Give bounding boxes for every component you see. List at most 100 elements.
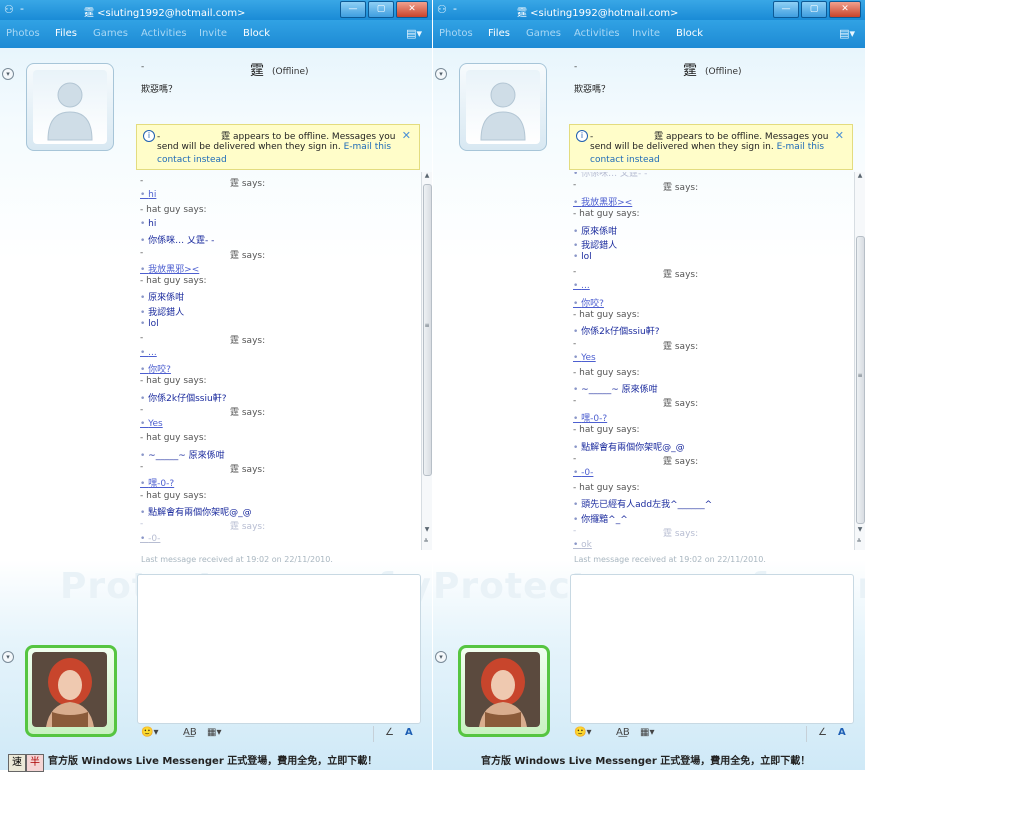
message-line[interactable]: • -0- [573, 468, 593, 478]
menu-games[interactable]: Games [93, 28, 128, 39]
menu-block[interactable]: Block [243, 28, 270, 39]
promo-text[interactable]: 官方版 Windows Live Messenger 正式登場，費用全免，立即下… [481, 752, 810, 767]
emoticon-button[interactable]: 🙂▾ [141, 727, 158, 738]
text-format-button[interactable]: A [838, 727, 846, 738]
contact-display-picture[interactable] [459, 63, 547, 151]
minimize-button[interactable]: — [773, 1, 799, 18]
message-text[interactable]: ... [581, 281, 590, 291]
emoticon-button[interactable]: 🙂▾ [574, 727, 591, 738]
message-text[interactable]: 我放黑邪>< [148, 265, 199, 275]
close-notice-icon[interactable]: ✕ [402, 129, 411, 142]
message-line[interactable]: • -0- [140, 534, 160, 544]
wink-button[interactable]: ▦▾ [207, 727, 221, 738]
email-contact-link[interactable]: E-mail this [777, 142, 825, 152]
handwriting-button[interactable]: ∠ [385, 727, 394, 738]
menu-invite[interactable]: Invite [632, 28, 660, 39]
message-text[interactable]: ... [148, 348, 157, 358]
text-format-button[interactable]: A [405, 727, 413, 738]
message-line[interactable]: • ... [573, 281, 590, 291]
contact-display-picture[interactable] [26, 63, 114, 151]
ime-quick-button[interactable]: 速 [8, 754, 26, 772]
message-text: ~_____~ 原來係咁 [581, 385, 658, 395]
conversation-scrollbar[interactable]: ▲ ≡ ▼ [421, 172, 432, 550]
maximize-button[interactable]: ▢ [801, 1, 827, 18]
message-line[interactable]: • 嘿-0-? [140, 476, 174, 489]
message-text[interactable]: Yes [148, 419, 163, 429]
message-line[interactable]: • 你咬? [140, 362, 171, 375]
menu-photos[interactable]: Photos [6, 28, 40, 39]
close-notice-icon[interactable]: ✕ [835, 129, 844, 142]
message-text[interactable]: -0- [148, 534, 160, 544]
message-text[interactable]: 嘿-0-? [581, 414, 607, 424]
message-text[interactable]: hi [148, 190, 156, 200]
close-button[interactable]: ✕ [829, 1, 861, 18]
scroll-up-icon[interactable]: ▲ [422, 172, 432, 179]
message-text[interactable]: 你咬? [581, 299, 604, 309]
maximize-button[interactable]: ▢ [368, 1, 394, 18]
message-line[interactable]: • 你咬? [573, 296, 604, 309]
handwriting-button[interactable]: ∠ [818, 727, 827, 738]
close-button[interactable]: ✕ [396, 1, 428, 18]
scroll-down-icon[interactable]: ▼ [855, 526, 865, 533]
message-line[interactable]: • 嘿-0-? [573, 411, 607, 424]
scroll-up-icon[interactable]: ▲ [855, 172, 865, 179]
menu-games[interactable]: Games [526, 28, 561, 39]
conversation-scrollbar[interactable]: ▲ ≡ ▼ [854, 172, 865, 550]
wink-button[interactable]: ▦▾ [640, 727, 654, 738]
bullet-icon: • [140, 507, 149, 518]
message-line[interactable]: • 我放黑邪>< [573, 195, 632, 208]
resize-grip-icon[interactable]: ≚ [854, 538, 864, 545]
my-display-picture[interactable] [458, 645, 550, 737]
message-line[interactable]: • hi [140, 190, 156, 200]
menu-activities[interactable]: Activities [141, 28, 187, 39]
bullet-icon: • [140, 450, 149, 461]
message-text[interactable]: 我放黑邪>< [581, 198, 632, 208]
promo-text[interactable]: 官方版 Windows Live Messenger 正式登場，費用全免，立即下… [48, 752, 377, 767]
message-input[interactable] [570, 574, 854, 724]
collapse-contact-icon[interactable]: ▾ [2, 68, 14, 80]
message-line[interactable]: • 我放黑邪>< [140, 262, 199, 275]
menu-files[interactable]: Files [488, 28, 510, 39]
menu-block[interactable]: Block [676, 28, 703, 39]
title-bar[interactable]: ⚇ - 霆 <siuting1992@hotmail.com> — ▢ ✕ [0, 0, 432, 20]
message-text[interactable]: 你咬? [148, 365, 171, 375]
message-text[interactable]: ok [581, 540, 592, 550]
message-text: 你係咪… 乂霆- - [148, 236, 215, 247]
email-contact-link-cont[interactable]: contact instead [157, 155, 227, 165]
options-menu-icon[interactable]: ▤▾ [406, 27, 422, 40]
message-line[interactable]: • Yes [573, 353, 596, 363]
message-header: - 霆 says: [140, 405, 265, 418]
scroll-down-icon[interactable]: ▼ [422, 526, 432, 533]
bullet-icon: • [573, 298, 582, 309]
message-line[interactable]: • ... [140, 348, 157, 358]
font-button[interactable]: A͟B [616, 727, 630, 738]
message-header: - 霆 says: [140, 519, 265, 532]
menu-photos[interactable]: Photos [439, 28, 473, 39]
scroll-grip-icon: ≡ [424, 322, 430, 329]
resize-grip-icon[interactable]: ≚ [421, 538, 431, 545]
message-line[interactable]: • Yes [140, 419, 163, 429]
notice-dash: - [590, 132, 594, 142]
message-text[interactable]: 嘿-0-? [148, 479, 174, 489]
font-button[interactable]: A͟B [183, 727, 197, 738]
collapse-contact-icon[interactable]: ▾ [435, 68, 447, 80]
my-display-picture[interactable] [25, 645, 117, 737]
email-contact-link-cont[interactable]: contact instead [590, 155, 660, 165]
options-menu-icon[interactable]: ▤▾ [839, 27, 855, 40]
scroll-thumb[interactable] [856, 236, 865, 524]
menu-invite[interactable]: Invite [199, 28, 227, 39]
title-bar[interactable]: ⚇ - 霆 <siuting1992@hotmail.com> — ▢ ✕ [433, 0, 865, 20]
menu-files[interactable]: Files [55, 28, 77, 39]
collapse-self-icon[interactable]: ▾ [435, 651, 447, 663]
scroll-thumb[interactable] [423, 184, 432, 476]
minimize-button[interactable]: — [340, 1, 366, 18]
message-input[interactable] [137, 574, 421, 724]
email-contact-link[interactable]: E-mail this [344, 142, 392, 152]
collapse-self-icon[interactable]: ▾ [2, 651, 14, 663]
contact-personal-message: 欺惡嗎？ [141, 85, 178, 95]
message-line[interactable]: • ok [573, 540, 592, 550]
menu-activities[interactable]: Activities [574, 28, 620, 39]
ime-halfwidth-button[interactable]: 半 [26, 754, 44, 772]
message-text[interactable]: Yes [581, 353, 596, 363]
message-text[interactable]: -0- [581, 468, 593, 478]
